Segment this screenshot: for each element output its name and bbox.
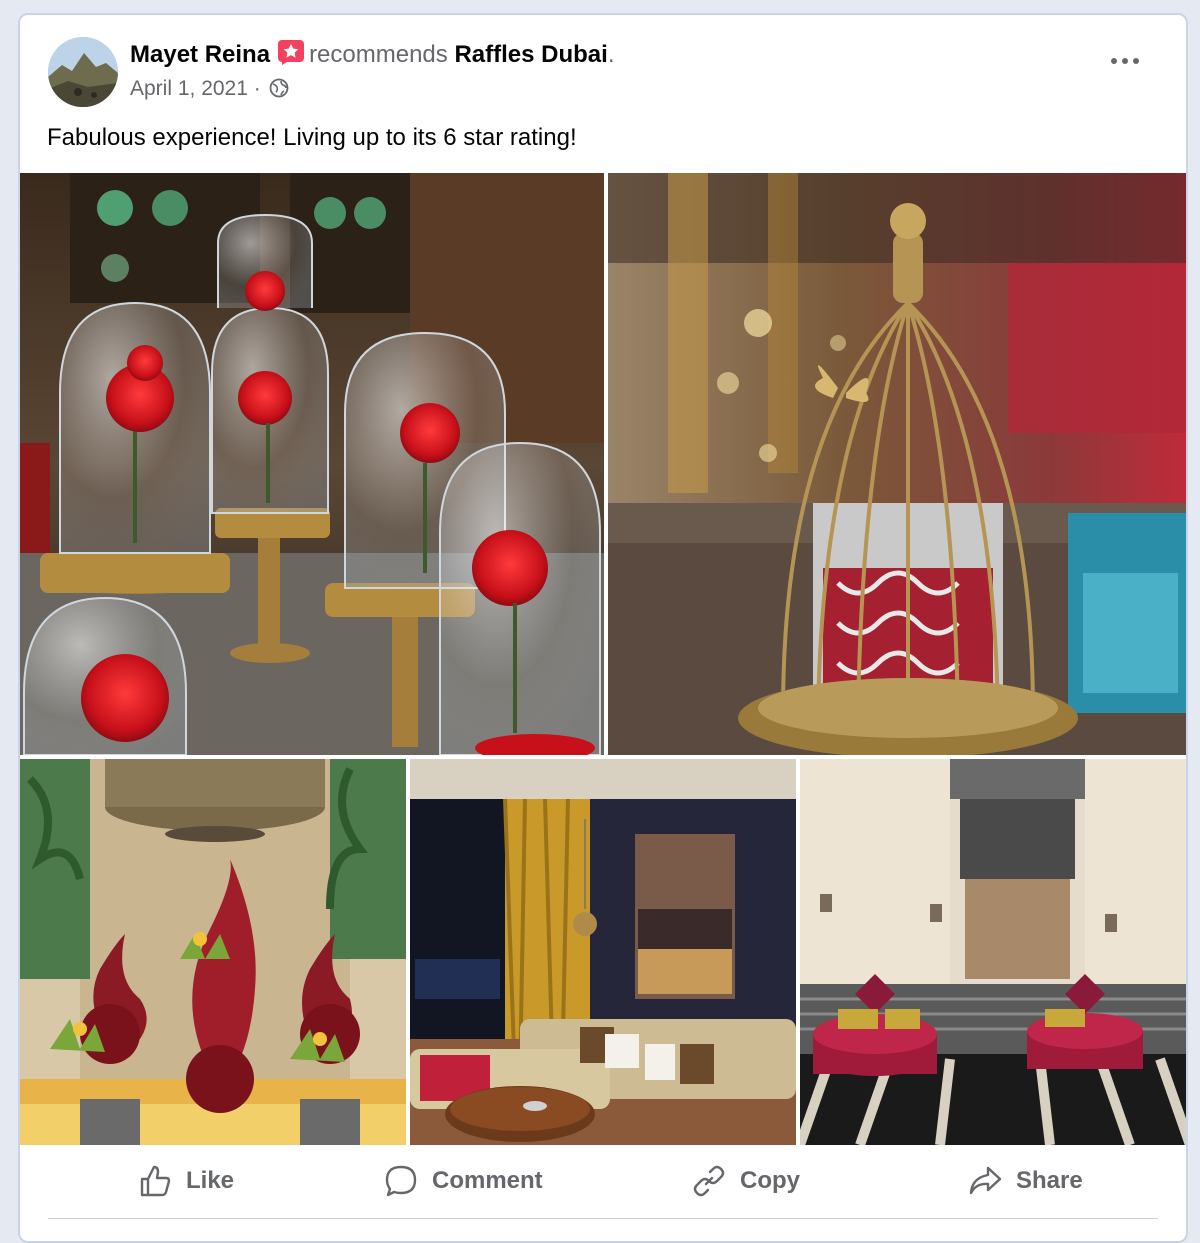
- photo-lobby-ottomans[interactable]: [800, 759, 1186, 1145]
- author-name[interactable]: Mayet Reina: [130, 41, 270, 68]
- globe-icon[interactable]: [269, 78, 289, 98]
- place-link[interactable]: Raffles Dubai: [454, 41, 607, 68]
- photo-suite-living-room[interactable]: [410, 759, 796, 1145]
- period-text: .: [607, 41, 615, 68]
- like-label: Like: [186, 1167, 235, 1194]
- more-options-icon[interactable]: [1108, 51, 1142, 71]
- meta-separator: ·: [247, 77, 267, 100]
- divider: [48, 1218, 1158, 1219]
- like-button[interactable]: Like: [136, 1152, 234, 1210]
- recommends-text: recommends: [309, 41, 448, 68]
- photo-roses-domes[interactable]: [20, 173, 604, 755]
- photo-golden-birdcage[interactable]: [608, 173, 1186, 755]
- author-avatar[interactable]: [48, 37, 118, 107]
- comment-button[interactable]: Comment: [382, 1152, 543, 1210]
- recommend-badge-icon: [277, 39, 305, 65]
- link-icon: [693, 1165, 725, 1197]
- like-icon: [140, 1165, 171, 1197]
- post-date[interactable]: April 1, 2021: [130, 77, 248, 100]
- post-card: Mayet Reina recommends Raffles Dubai. Apr…: [18, 13, 1188, 1243]
- copy-label: Copy: [740, 1167, 800, 1194]
- share-label: Share: [1016, 1167, 1083, 1194]
- comment-label: Comment: [432, 1167, 543, 1194]
- post-body-text: Fabulous experience! Living up to its 6 …: [47, 124, 577, 151]
- post-meta: April 1, 2021 ·: [130, 75, 289, 103]
- comment-icon: [385, 1165, 417, 1197]
- photo-lobby-sculptures[interactable]: [20, 759, 406, 1145]
- copy-button[interactable]: Copy: [690, 1152, 800, 1210]
- post-actions-bar: Like Comment Copy Share: [20, 1148, 1186, 1214]
- share-button[interactable]: Share: [966, 1152, 1083, 1210]
- post-header-line: Mayet Reina recommends Raffles Dubai.: [130, 39, 615, 70]
- share-icon: [969, 1166, 1002, 1195]
